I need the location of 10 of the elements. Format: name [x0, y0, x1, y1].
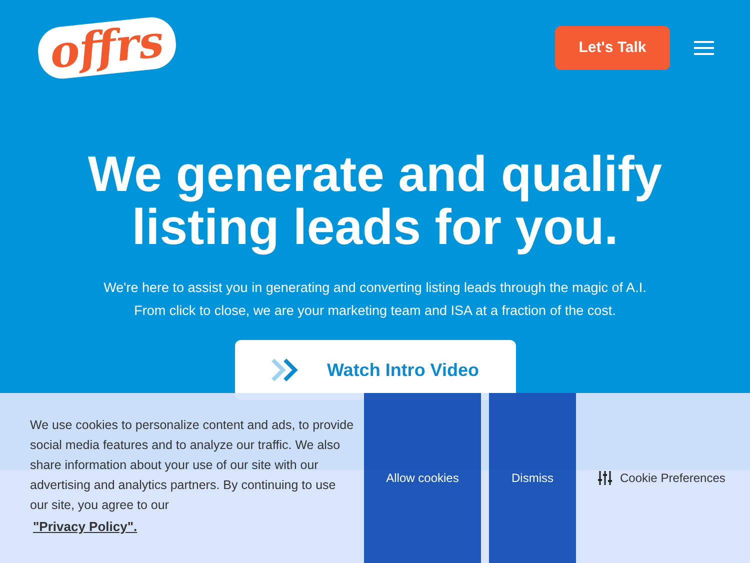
hero-subtitle: From click to close, we are your marketing team and ISA at a fraction of the cost. — [134, 302, 616, 320]
menu-icon[interactable] — [694, 40, 714, 56]
sliders-icon — [598, 471, 612, 485]
cookie-message: We use cookies to personalize content and ads, to provide social media features and to analyze our traffic. We also share information about your use of our site with our advertising and analytics partners. By continuing to use our site, you agree to our — [30, 417, 354, 514]
hero-subtitle: We're here to assist you in generating and converting listing leads through the magic of A.I. — [104, 279, 646, 297]
privacy-policy-link[interactable]: "Privacy Policy". — [33, 517, 138, 536]
cookie-button[interactable]: Allow cookies — [364, 393, 481, 563]
cookie-preferences-button[interactable]: Cookie Preferences — [620, 469, 726, 487]
hero-title: We generate and qualify listing leads for you. — [86, 148, 664, 254]
cookie-button[interactable]: Dismiss — [489, 393, 576, 563]
